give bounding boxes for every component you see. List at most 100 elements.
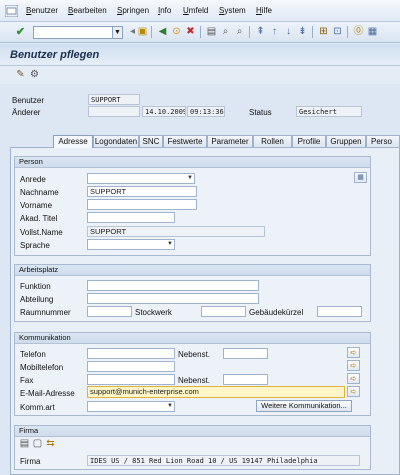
vollst-name-label: Vollst.Name — [20, 228, 63, 237]
gebaeudekuerzel-label: Gebäudekürzel — [249, 308, 304, 317]
tab-personalisierung[interactable]: Perso — [366, 135, 400, 147]
mobiltelefon-more-arrow-icon[interactable]: ➪ — [347, 360, 360, 371]
group-arbeitsplatz-title: Arbeitsplatz — [15, 265, 370, 276]
menu-hilfe[interactable]: Hilfe — [256, 6, 272, 15]
other-user-icon[interactable]: ⚙ — [28, 68, 41, 82]
select-company-icon[interactable]: ⇆ — [44, 437, 57, 451]
tab-festwerte[interactable]: Festwerte — [163, 135, 207, 147]
status-field: Gesichert — [296, 106, 362, 117]
help-icon[interactable]: ⓪ — [352, 25, 365, 39]
telefon-more-arrow-icon[interactable]: ➪ — [347, 347, 360, 358]
save-icon[interactable]: ▣ — [136, 25, 149, 39]
enter-checkmark-icon[interactable]: ✔ — [14, 25, 27, 39]
firma-field: IDES US / 851 Red Lion Road 10 / US 1914… — [87, 455, 360, 466]
menu-info[interactable]: Info — [158, 6, 171, 15]
print-icon[interactable]: ▤ — [205, 25, 218, 39]
telefon-field[interactable] — [87, 348, 175, 359]
telefon-nebenst-field[interactable] — [223, 348, 268, 359]
sprache-label: Sprache — [20, 241, 50, 250]
toolbar-separator — [249, 26, 250, 38]
fax-nebenst-field[interactable] — [223, 374, 268, 385]
group-kommunikation-title: Kommunikation — [15, 333, 370, 344]
nachname-label: Nachname — [20, 188, 59, 197]
email-label: E-Mail-Adresse — [20, 389, 75, 398]
address-settings-icon[interactable]: ▦ — [354, 172, 367, 183]
cancel-icon[interactable]: ✖ — [184, 25, 197, 39]
mobiltelefon-field[interactable] — [87, 361, 175, 372]
email-field[interactable]: support@munich-enterprise.com — [87, 386, 345, 398]
changed-date-field: 14.10.2009 — [142, 106, 186, 117]
previous-page-icon[interactable]: ↑ — [268, 25, 281, 39]
exit-icon[interactable]: ⊙ — [170, 25, 183, 39]
tab-rollen[interactable]: Rollen — [253, 135, 292, 147]
menu-bearbeiten[interactable]: Bearbeiten — [68, 6, 107, 15]
display-change-icon[interactable]: ✎ — [14, 68, 27, 82]
nachname-field[interactable]: SUPPORT — [87, 186, 197, 197]
menu-springen[interactable]: Springen — [117, 6, 149, 15]
tab-adresse[interactable]: Adresse — [53, 135, 93, 148]
page-title: Benutzer pflegen — [10, 49, 100, 61]
customize-layout-icon[interactable]: ▦ — [366, 25, 379, 39]
next-page-icon[interactable]: ↓ — [282, 25, 295, 39]
fax-field[interactable] — [87, 374, 175, 385]
tab-parameter[interactable]: Parameter — [207, 135, 253, 147]
group-firma-title: Firma — [15, 426, 370, 437]
standard-toolbar: ✔ ▼ ◂ ▣ ◀ ⊙ ✖ ▤ ⌕ ⌕ ⇞ ↑ ↓ ⇟ ⊞ ⊡ ⓪ ▦ — [0, 22, 400, 43]
vorname-field[interactable] — [87, 199, 197, 210]
kommart-select[interactable] — [87, 401, 175, 412]
tab-logondaten[interactable]: Logondaten — [93, 135, 139, 147]
chevron-down-icon[interactable]: ▼ — [185, 173, 195, 184]
chevron-down-icon[interactable]: ▼ — [165, 239, 175, 250]
display-company-icon[interactable]: ▢ — [31, 437, 44, 451]
sprache-select[interactable] — [87, 239, 175, 250]
command-field-dropdown-icon[interactable]: ▼ — [113, 26, 123, 39]
last-page-icon[interactable]: ⇟ — [296, 25, 309, 39]
changed-by-field — [88, 106, 140, 117]
menu-umfeld[interactable]: Umfeld — [183, 6, 208, 15]
user-field: SUPPORT — [88, 94, 140, 105]
abteilung-field[interactable] — [87, 293, 259, 304]
nebenst-label: Nebenst. — [178, 350, 211, 359]
akad-titel-field[interactable] — [87, 212, 175, 223]
firma-label: Firma — [20, 457, 41, 466]
fax-label: Fax — [20, 376, 34, 385]
changed-time-field: 09:13:36 — [187, 106, 225, 117]
menu-bar: Benutzer Bearbeiten Springen Info Umfeld… — [0, 0, 400, 22]
create-company-icon[interactable]: ▤ — [18, 437, 31, 451]
mobiltelefon-label: Mobiltelefon — [20, 363, 64, 372]
chevron-down-icon[interactable]: ▼ — [165, 401, 175, 412]
new-session-icon[interactable]: ⊞ — [317, 25, 330, 39]
group-person-title: Person — [15, 157, 370, 168]
gebaeudekuerzel-field[interactable] — [317, 306, 362, 317]
funktion-field[interactable] — [87, 280, 259, 291]
kommart-label: Komm.art — [20, 403, 55, 412]
menu-benutzer[interactable]: Benutzer — [26, 6, 58, 15]
anrede-select[interactable] — [87, 173, 195, 184]
raumnummer-field[interactable] — [87, 306, 132, 317]
find-icon[interactable]: ⌕ — [219, 25, 232, 39]
first-page-icon[interactable]: ⇞ — [254, 25, 267, 39]
user-label: Benutzer — [12, 96, 45, 105]
toolbar-separator — [200, 26, 201, 38]
weitere-kommunikation-button[interactable]: Weitere Kommunikation... — [256, 400, 352, 412]
find-next-icon[interactable]: ⌕ — [233, 25, 246, 39]
shortcut-icon[interactable]: ⊡ — [331, 25, 344, 39]
stockwerk-label: Stockwerk — [135, 308, 172, 317]
tab-snc[interactable]: SNC — [139, 135, 163, 147]
application-toolbar: ✎ ⚙ — [0, 66, 400, 84]
back-icon[interactable]: ◀ — [156, 25, 169, 39]
command-field[interactable] — [33, 26, 113, 39]
stockwerk-field[interactable] — [201, 306, 246, 317]
tab-profile[interactable]: Profile — [292, 135, 326, 147]
email-more-arrow-icon[interactable]: ➪ — [347, 386, 360, 397]
changed-by-label: Änderer — [12, 108, 41, 117]
funktion-label: Funktion — [20, 282, 51, 291]
sap-menu-icon[interactable] — [5, 5, 18, 17]
akad-titel-label: Akad. Titel — [20, 214, 58, 223]
anrede-label: Anrede — [20, 175, 46, 184]
title-bar: Benutzer pflegen — [0, 44, 400, 66]
tab-gruppen[interactable]: Gruppen — [326, 135, 366, 147]
vorname-label: Vorname — [20, 201, 53, 210]
menu-system[interactable]: System — [219, 6, 246, 15]
fax-more-arrow-icon[interactable]: ➪ — [347, 373, 360, 384]
